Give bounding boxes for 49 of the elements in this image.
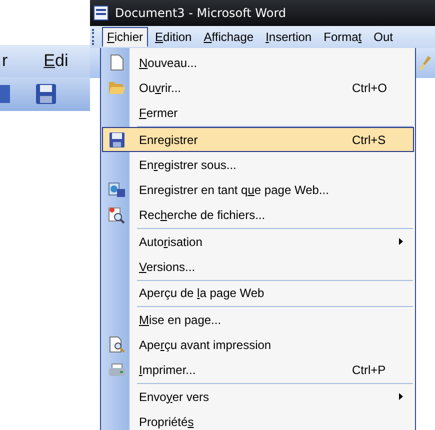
menu-item-label: Nouveau... — [139, 56, 198, 70]
menu-item-label: Enregistrer sous... — [139, 158, 236, 172]
menu-item[interactable]: Affichage — [198, 27, 259, 47]
menu-item-label: Enregistrer en tant que page Web... — [139, 183, 329, 198]
menu-item[interactable]: Nouveau... — [102, 50, 414, 76]
menu-item[interactable]: Fermer — [102, 100, 414, 126]
menu-item[interactable]: Ouvrir... Ctrl+O — [102, 75, 414, 101]
menu-item-label: Propriétés — [139, 414, 194, 429]
print-preview-icon — [108, 336, 126, 354]
menu-item[interactable]: Edition — [150, 27, 197, 47]
menu-item-label: Mise en page... — [139, 312, 222, 327]
menu-item-label: Fermer — [139, 106, 178, 120]
menu-item[interactable]: Imprimer... Ctrl+P — [102, 358, 414, 383]
menu-item-label: Envoyer vers — [139, 390, 210, 404]
menu-item[interactable]: Enregistrer sous... — [102, 152, 414, 178]
printer-icon — [108, 362, 126, 378]
menu-item[interactable]: Insertion — [260, 27, 317, 47]
menu-item[interactable]: Envoyer vers — [102, 384, 414, 410]
menu-item-label: Imprimer... — [139, 363, 196, 378]
menu-item[interactable]: r — [2, 51, 8, 71]
menu-item[interactable]: Aperçu avant impression — [102, 332, 414, 358]
menu-item[interactable]: Edi — [44, 51, 68, 71]
menu-item[interactable]: Format — [318, 27, 367, 47]
menu-item[interactable]: Propriétés — [102, 409, 414, 430]
menu-item-label: Autorisation — [139, 234, 202, 249]
menu-item[interactable]: Out — [368, 27, 398, 47]
menu-item[interactable]: Aperçu de la page Web — [102, 280, 414, 306]
menu-item-label: Versions... — [139, 260, 196, 274]
menu-item-label: Enregistrer — [139, 132, 198, 147]
menu-item[interactable]: Enregistrer en tant que page Web... — [102, 177, 414, 203]
web-page-icon — [108, 182, 126, 198]
menu-item-label: Recherche de fichiers... — [139, 208, 266, 222]
menu-item-label: Ouvrir... — [139, 80, 182, 95]
shortcut-label: Ctrl+P — [352, 363, 387, 378]
menu-item[interactable]: Enregistrer Ctrl+S — [102, 126, 414, 152]
shortcut-label: Ctrl+O — [352, 80, 388, 95]
menu-item-label: Aperçu avant impression — [139, 338, 272, 352]
menu-item[interactable]: Versions... — [102, 254, 414, 280]
menu-item[interactable]: Fichier — [102, 27, 148, 47]
search-icon — [108, 206, 126, 224]
menu-item[interactable]: Recherche de fichiers... — [102, 202, 414, 228]
blank-page-icon — [110, 54, 124, 72]
menu-item-label: Aperçu de la page Web — [139, 286, 264, 300]
document-icon — [93, 5, 109, 21]
shortcut-label: Ctrl+S — [352, 132, 387, 147]
folder-icon — [108, 80, 126, 96]
window-title: Document3 - Microsoft Word — [115, 6, 286, 20]
menu-item[interactable]: Autorisation — [102, 229, 414, 254]
menu-item[interactable]: Mise en page... — [102, 306, 414, 332]
